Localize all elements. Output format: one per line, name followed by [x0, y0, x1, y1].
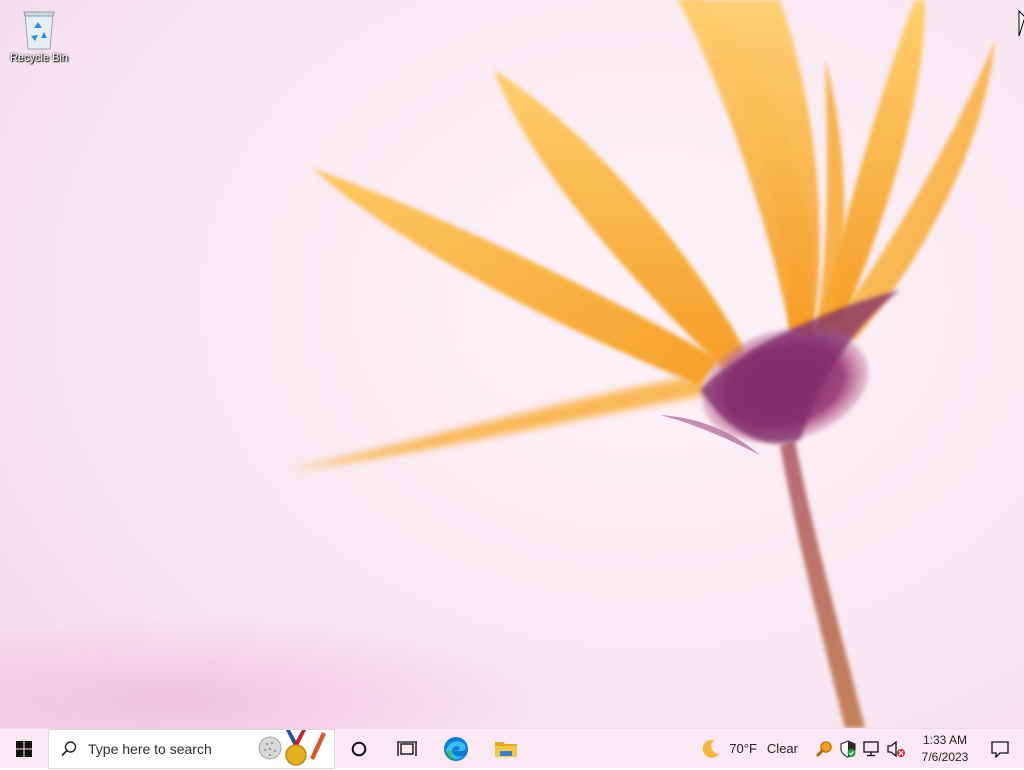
- notification-icon: [991, 740, 1009, 758]
- edge-icon: [444, 736, 468, 761]
- moon-icon: [703, 739, 720, 758]
- weather-widget[interactable]: 70°F Clear: [693, 729, 804, 769]
- weather-condition: Clear: [766, 741, 798, 756]
- search-icon: [60, 740, 78, 758]
- windows-logo-icon: [16, 740, 32, 757]
- search-placeholder: Type here to search: [88, 740, 212, 757]
- folder-icon: [495, 741, 517, 757]
- file-explorer-taskbar-button[interactable]: [481, 729, 531, 769]
- action-center-button[interactable]: [976, 729, 1024, 769]
- security-shield-icon: [840, 739, 856, 758]
- clock-date: 7/6/2023: [921, 749, 969, 764]
- cortana-button[interactable]: [335, 729, 383, 769]
- golf-medal-icon: [258, 729, 326, 766]
- system-clock[interactable]: 1:33 AM 7/6/2023: [914, 729, 976, 769]
- start-button[interactable]: [0, 729, 48, 769]
- cortana-circle-icon: [351, 741, 367, 756]
- mouse-cursor-icon: [1018, 10, 1024, 37]
- taskbar: Type here to search 70°F Clear 1:33 AM 7…: [0, 728, 1024, 769]
- network-tray-button[interactable]: [860, 729, 884, 769]
- network-icon: [863, 740, 879, 756]
- security-tray-button[interactable]: [836, 729, 860, 769]
- magnifier-tray-button[interactable]: [812, 729, 836, 769]
- volume-tray-button[interactable]: [884, 729, 908, 769]
- recycle-bin-icon: [23, 11, 55, 50]
- magnifier-tray-icon: [815, 740, 832, 757]
- task-view-icon: [397, 740, 417, 756]
- desktop[interactable]: Recycle Bin: [0, 0, 1024, 728]
- wallpaper-flower: [290, 0, 995, 728]
- recycle-bin-desktop-icon[interactable]: Recycle Bin: [4, 6, 74, 76]
- task-view-button[interactable]: [383, 729, 431, 769]
- clock-time: 1:33 AM: [922, 732, 968, 747]
- volume-muted-icon: [887, 740, 905, 757]
- weather-temperature: 70°F: [729, 741, 757, 756]
- edge-taskbar-button[interactable]: [431, 729, 481, 769]
- search-box[interactable]: Type here to search: [48, 728, 335, 769]
- recycle-bin-label: Recycle Bin: [9, 52, 69, 64]
